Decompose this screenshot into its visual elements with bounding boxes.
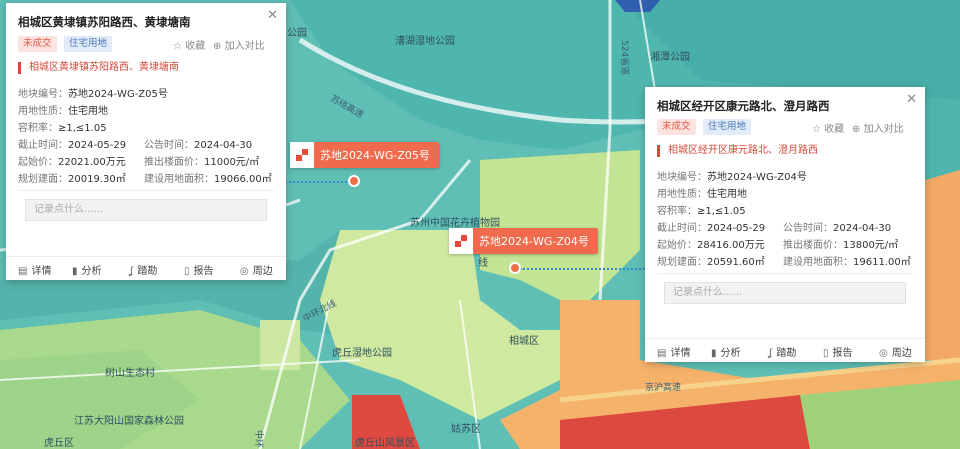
field-announce: 公告时间：2024-04-30 — [783, 223, 892, 234]
survey-button[interactable]: ʆ 踏勘 — [130, 262, 157, 277]
analysis-button[interactable]: ▮ 分析 — [711, 344, 741, 359]
survey-button[interactable]: ʆ 踏勘 — [769, 344, 796, 359]
target-icon: ◎ — [879, 348, 888, 359]
parcel-marker-z05[interactable]: 苏地2024-WG-Z05号 — [290, 142, 439, 168]
field-plan-area: 规划建面：20591.60㎡ — [657, 257, 765, 268]
field-land-nature: 用地性质：住宅用地 — [657, 189, 747, 200]
nearby-button[interactable]: ◎ 周边 — [879, 344, 912, 359]
field-floor-price: 推出楼面价：11000元/㎡ — [144, 157, 260, 168]
land-type-badge: 住宅用地 — [64, 36, 113, 52]
field-floor-price: 推出楼面价：13800元/㎡ — [783, 240, 899, 251]
favorite-button[interactable]: ☆ 收藏 — [812, 120, 844, 135]
nearby-button[interactable]: ◎ 周边 — [240, 262, 273, 277]
label-jiangsu-park: 江苏大阳山国家森林公园 — [74, 414, 184, 427]
detail-button[interactable]: ▤ 详情 — [18, 262, 51, 277]
bar-chart-icon: ▮ — [711, 348, 717, 359]
plus-circle-icon: ⊕ — [852, 124, 861, 135]
parcel-info-card: ✕ 相城区经开区康元路北、澄月路西 未成交 住宅用地 ☆ 收藏 ⊕ 加入对比 相… — [645, 87, 925, 362]
footprint-icon: ʆ — [769, 348, 773, 359]
analysis-button[interactable]: ▮ 分析 — [72, 262, 102, 277]
parcel-point-z05[interactable] — [348, 175, 360, 187]
label-huning: 京沪高速 — [645, 381, 681, 393]
parcel-label-text: 苏地2024-WG-Z05号 — [320, 149, 430, 162]
land-type-badge: 住宅用地 — [703, 119, 752, 135]
star-icon: ☆ — [173, 41, 182, 52]
footprint-icon: ʆ — [130, 266, 134, 277]
divider — [657, 273, 913, 274]
field-land-area: 建设用地面积：19611.00㎡ — [783, 257, 911, 268]
card-title: 相城区经开区康元路北、澄月路西 — [657, 99, 830, 113]
label-zhong-v: 中环 — [253, 430, 265, 448]
close-icon[interactable]: ✕ — [267, 9, 278, 23]
document-icon: ▤ — [657, 348, 667, 359]
field-deadline: 截止时间：2024-05-29 — [18, 140, 127, 151]
star-icon: ☆ — [812, 124, 821, 135]
card-subtitle: 相城区经开区康元路北、澄月路西 — [657, 145, 818, 157]
field-deadline: 截止时间：2024-05-29 — [657, 223, 766, 234]
report-button[interactable]: ▯ 报告 — [184, 262, 214, 277]
target-icon: ◎ — [240, 266, 249, 277]
label-huqiu: 虎丘区 — [44, 437, 74, 449]
flag-icon — [449, 228, 473, 254]
status-badge: 未成交 — [657, 119, 696, 135]
status-badge: 未成交 — [18, 36, 57, 52]
card-title: 相城区黄埭镇苏阳路西、黄埭塘南 — [18, 15, 191, 29]
field-parcel-no: 地块编号：苏地2024-WG-Z05号 — [18, 89, 168, 100]
detail-button[interactable]: ▤ 详情 — [657, 344, 690, 359]
report-button[interactable]: ▯ 报告 — [823, 344, 853, 359]
divider — [18, 190, 274, 191]
flag-icon — [290, 142, 314, 168]
note-input[interactable]: 记录点什么...... — [664, 282, 906, 304]
field-land-area: 建设用地面积：19066.00㎡ — [144, 174, 272, 185]
divider — [645, 338, 925, 339]
card-subtitle: 相城区黄埭镇苏阳路西、黄埭塘南 — [18, 62, 179, 74]
plus-circle-icon: ⊕ — [213, 41, 222, 52]
label-shushan: 树山生态村 — [105, 366, 155, 379]
label-hu-qiu-park: 虎丘湿地公园 — [332, 346, 392, 359]
divider — [6, 256, 286, 257]
add-compare-button[interactable]: ⊕ 加入对比 — [852, 120, 904, 135]
connector-z05 — [285, 181, 347, 183]
field-far: 容积率：≥1,≤1.05 — [18, 123, 107, 134]
label-huqiu-south: 虎丘山风景区 — [355, 437, 415, 449]
report-icon: ▯ — [823, 348, 829, 359]
favorite-button[interactable]: ☆ 收藏 — [173, 37, 205, 52]
field-announce: 公告时间：2024-04-30 — [144, 140, 253, 151]
label-gongyuan: 公园 — [287, 27, 307, 39]
report-icon: ▯ — [184, 266, 190, 277]
label-yangdian: 湘潭公园 — [650, 50, 690, 63]
add-compare-button[interactable]: ⊕ 加入对比 — [213, 37, 265, 52]
field-parcel-no: 地块编号：苏地2024-WG-Z04号 — [657, 172, 807, 183]
document-icon: ▤ — [18, 266, 28, 277]
field-plan-area: 规划建面：20019.30㎡ — [18, 174, 126, 185]
parcel-point-z04[interactable] — [509, 262, 521, 274]
label-road-524: 524省道 — [619, 40, 631, 75]
label-xiangcheng: 相城区 — [509, 334, 539, 347]
parcel-label-text: 苏地2024-WG-Z04号 — [479, 235, 589, 248]
bar-chart-icon: ▮ — [72, 266, 78, 277]
field-start-price: 起始价：22021.00万元 — [18, 157, 126, 168]
note-input[interactable]: 记录点什么...... — [25, 199, 267, 221]
label-xianhang: 线 — [478, 256, 488, 269]
field-land-nature: 用地性质：住宅用地 — [18, 106, 108, 117]
close-icon[interactable]: ✕ — [906, 93, 917, 107]
field-start-price: 起始价：28416.00万元 — [657, 240, 765, 251]
zone-orange-right — [925, 170, 960, 360]
label-gusu: 姑苏区 — [451, 422, 481, 435]
connector-z04 — [520, 268, 648, 270]
parcel-info-card: ✕ 相城区黄埭镇苏阳路西、黄埭塘南 未成交 住宅用地 ☆ 收藏 ⊕ 加入对比 相… — [6, 3, 286, 280]
label-daoyuan-park: 漕湖湿地公园 — [395, 34, 455, 47]
parcel-marker-z04[interactable]: 苏地2024-WG-Z04号 — [449, 228, 598, 254]
field-far: 容积率：≥1,≤1.05 — [657, 206, 746, 217]
